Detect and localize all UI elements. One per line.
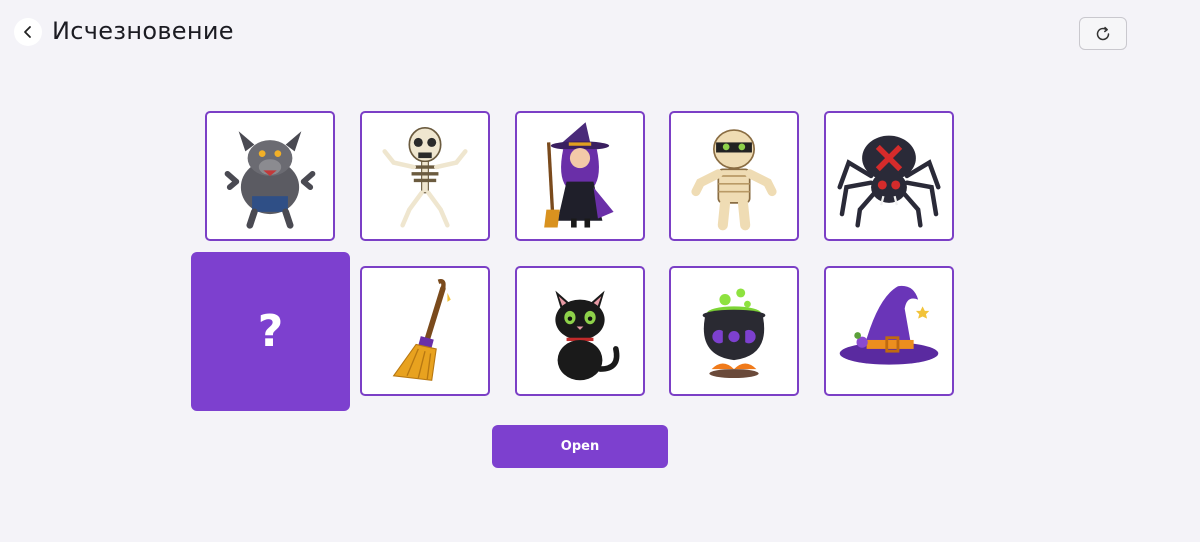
reload-icon bbox=[1096, 26, 1110, 40]
card-witch[interactable] bbox=[515, 111, 645, 241]
skeleton-icon bbox=[382, 126, 468, 228]
reload-button[interactable] bbox=[1079, 17, 1127, 50]
card-mummy[interactable] bbox=[669, 111, 799, 241]
card-broom[interactable] bbox=[360, 266, 490, 396]
witch-hat-icon bbox=[839, 285, 939, 365]
card-werewolf[interactable] bbox=[205, 111, 335, 241]
card-skeleton[interactable] bbox=[360, 111, 490, 241]
back-button[interactable] bbox=[14, 18, 42, 46]
broom-icon bbox=[392, 279, 451, 381]
question-mark-label: ? bbox=[257, 306, 284, 357]
card-witch-hat[interactable] bbox=[824, 266, 954, 396]
card-cauldron[interactable] bbox=[669, 266, 799, 396]
card-black-cat[interactable] bbox=[515, 266, 645, 396]
black-cat-icon bbox=[555, 290, 620, 381]
werewolf-icon bbox=[224, 131, 316, 229]
witch-icon bbox=[544, 122, 614, 228]
cauldron-icon bbox=[702, 288, 766, 379]
hidden-card[interactable]: ? bbox=[191, 252, 350, 411]
open-button[interactable]: Open bbox=[492, 425, 668, 468]
spider-icon bbox=[837, 135, 941, 228]
chevron-left-icon bbox=[24, 26, 31, 38]
mummy-icon bbox=[691, 129, 777, 231]
page-title: Исчезновение bbox=[52, 17, 234, 45]
card-spider[interactable] bbox=[824, 111, 954, 241]
